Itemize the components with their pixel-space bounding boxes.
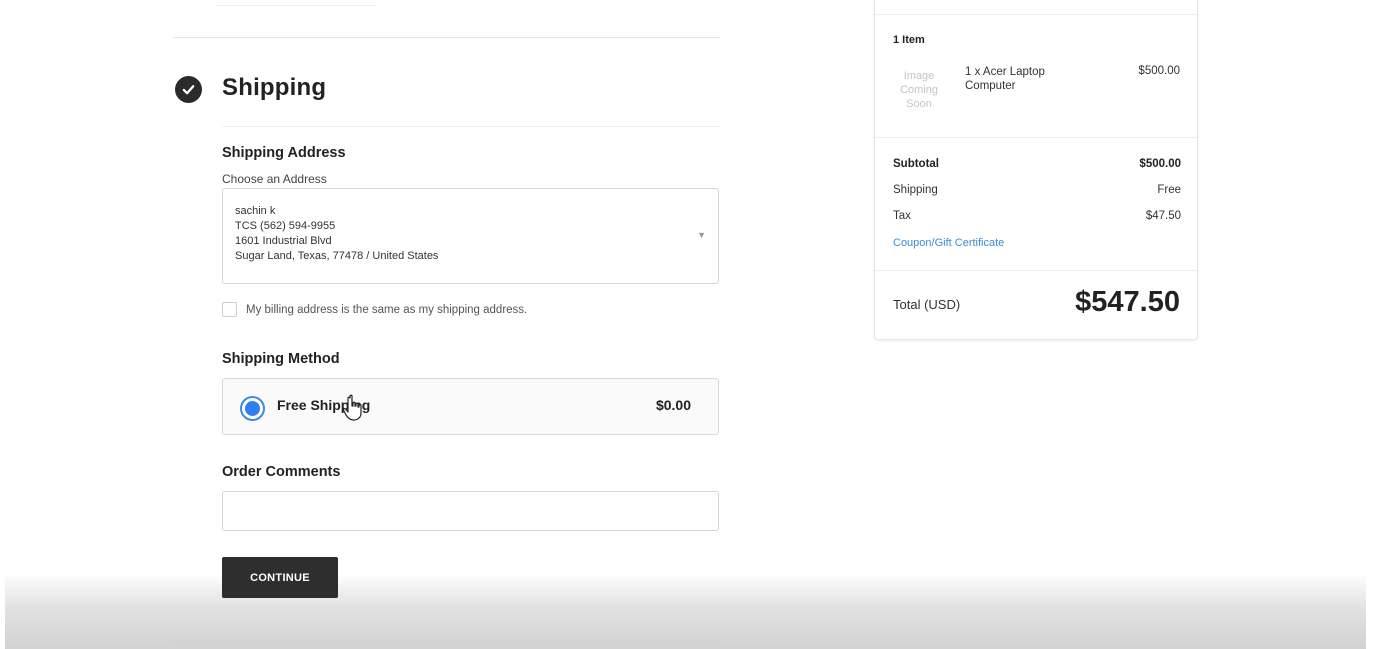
subtotal-label: Subtotal	[893, 158, 939, 170]
address-city-state: Sugar Land, Texas, 77478 / United States	[235, 250, 439, 262]
checkmark-circle-icon	[175, 76, 202, 103]
line-item-name: 1 x Acer Laptop Computer	[965, 66, 1045, 92]
items-count: 1 Item	[893, 34, 925, 46]
address-name: sachin k	[235, 205, 276, 217]
order-summary: 1 Item Image Coming Soon 1 x Acer Laptop…	[874, 0, 1198, 340]
choose-address-label: Choose an Address	[222, 172, 327, 186]
address-street: 1601 Industrial Blvd	[235, 235, 332, 247]
step-title: Shipping	[222, 74, 327, 101]
billing-same-label[interactable]: My billing address is the same as my shi…	[246, 304, 527, 316]
shipping-address-heading: Shipping Address	[222, 145, 346, 161]
section-divider-bottom	[173, 641, 720, 642]
summary-divider	[875, 137, 1197, 138]
subtotal-value: $500.00	[1139, 158, 1181, 170]
shipping-method-radio[interactable]	[240, 396, 265, 421]
coupon-link[interactable]: Coupon/Gift Certificate	[893, 237, 1004, 249]
line-item-price: $500.00	[1138, 65, 1180, 77]
billing-same-option[interactable]: My billing address is the same as my shi…	[222, 302, 527, 317]
previous-step-stub	[216, 0, 376, 6]
summary-divider	[875, 14, 1197, 15]
continue-button[interactable]: CONTINUE	[222, 557, 338, 598]
billing-same-checkbox[interactable]	[222, 302, 237, 317]
placeholder-line: Soon	[906, 98, 932, 110]
tax-row: Tax $47.50	[893, 210, 1181, 222]
shipping-method-option[interactable]: Free Shipping $0.00	[222, 378, 719, 435]
summary-divider	[875, 270, 1197, 271]
radio-selected-dot	[245, 401, 260, 416]
product-image-placeholder: Image Coming Soon	[897, 69, 941, 111]
total-value: $547.50	[1075, 286, 1180, 318]
shipping-value: Free	[1157, 184, 1181, 196]
tax-value: $47.50	[1145, 210, 1181, 222]
address-select[interactable]: sachin k TCS (562) 594-9955 1601 Industr…	[222, 188, 719, 284]
section-divider	[173, 37, 720, 38]
order-comments-input[interactable]	[222, 491, 719, 531]
shipping-label: Shipping	[893, 184, 938, 196]
order-comments-heading: Order Comments	[222, 464, 341, 480]
title-divider	[222, 126, 720, 127]
address-company-phone: TCS (562) 594-9955	[235, 220, 336, 232]
placeholder-line: Image	[903, 70, 935, 82]
hand-pointer-icon	[342, 394, 362, 421]
bottom-overlay	[5, 576, 1366, 649]
shipping-method-price: $0.00	[655, 397, 691, 413]
tax-label: Tax	[893, 210, 911, 222]
shipping-method-heading: Shipping Method	[222, 351, 340, 367]
total-label: Total (USD)	[893, 297, 961, 312]
placeholder-line: Coming	[900, 84, 938, 96]
chevron-down-icon[interactable]: ▼	[697, 230, 706, 240]
shipping-row: Shipping Free	[893, 184, 1181, 196]
subtotal-row: Subtotal $500.00	[893, 158, 1181, 170]
